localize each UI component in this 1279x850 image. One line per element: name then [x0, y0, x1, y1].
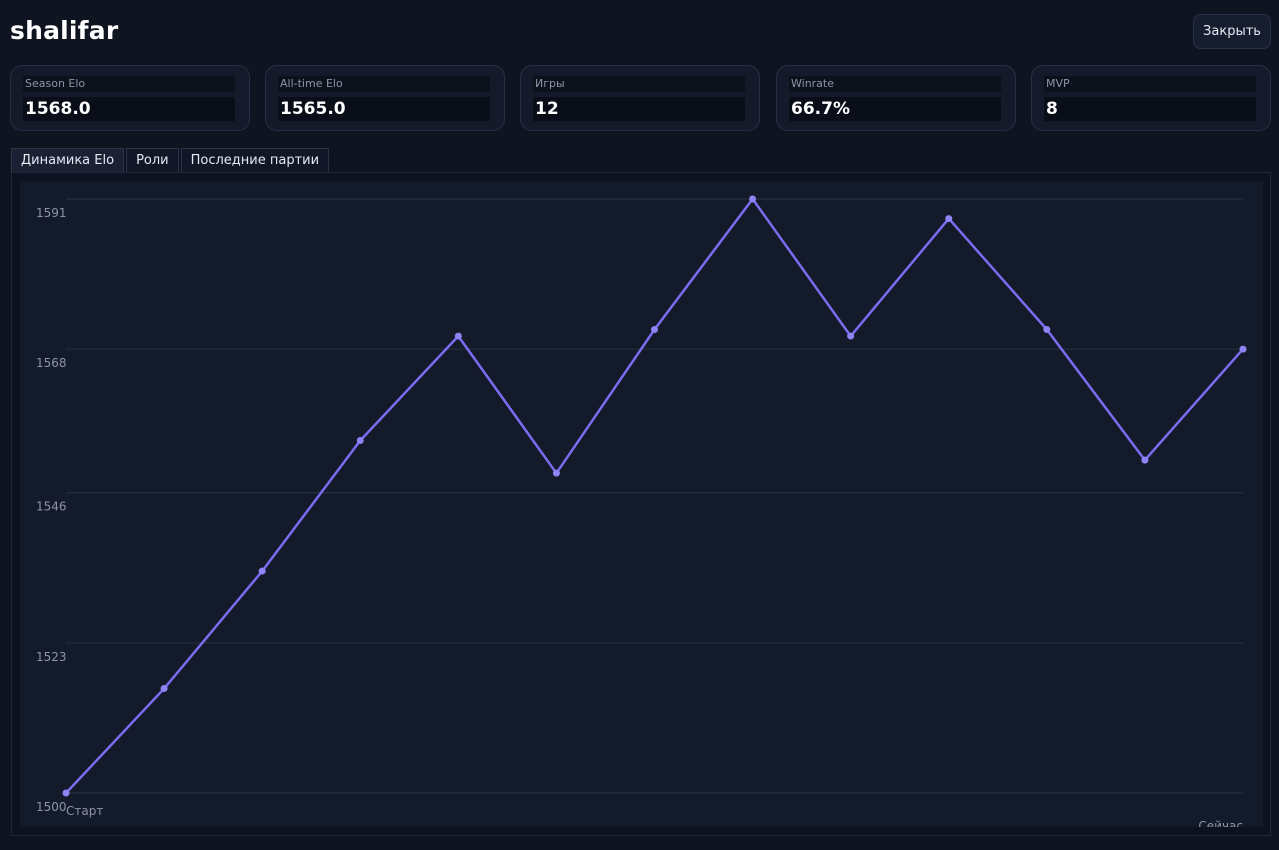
elo-data-point[interactable] [62, 789, 70, 797]
stat-label: MVP [1044, 76, 1256, 92]
ytick-layer: 1500 1523 1546 1568 1591 [36, 206, 67, 814]
elo-data-point[interactable] [1239, 345, 1247, 353]
elo-data-point[interactable] [945, 215, 953, 223]
elo-chart-svg: 1500 1523 1546 1568 1591 Старт Сейчас [36, 195, 1247, 827]
y-tick-label: 1546 [36, 500, 67, 514]
stat-label: All-time Elo [278, 76, 490, 92]
tab-bar: Динамика Elo Роли Последние партии [11, 148, 331, 173]
stat-card-mvp: MVP 8 [1031, 65, 1271, 131]
elo-data-point[interactable] [356, 437, 364, 445]
stat-card-season-elo: Season Elo 1568.0 [10, 65, 250, 131]
elo-series-line [65, 197, 1244, 794]
y-tick-label: 1523 [36, 650, 67, 664]
elo-data-point[interactable] [1043, 326, 1051, 334]
elo-data-point[interactable] [552, 469, 560, 477]
x-start-label: Старт [66, 804, 103, 818]
stat-card-alltime-elo: All-time Elo 1565.0 [265, 65, 505, 131]
y-tick-label: 1568 [36, 356, 67, 370]
stat-card-winrate: Winrate 66.7% [776, 65, 1016, 131]
elo-data-point[interactable] [847, 332, 855, 340]
elo-data-point[interactable] [160, 685, 168, 693]
point-layer [62, 195, 1247, 797]
tab-roles[interactable]: Роли [126, 148, 179, 172]
stat-value: 1568.0 [23, 97, 235, 121]
stat-label: Season Elo [23, 76, 235, 92]
stat-card-games: Игры 12 [520, 65, 760, 131]
player-name: shalifar [10, 16, 119, 45]
y-tick-label: 1500 [36, 800, 67, 814]
elo-chart: 1500 1523 1546 1568 1591 Старт Сейчас [20, 181, 1263, 827]
stat-value: 66.7% [789, 97, 1001, 121]
close-button[interactable]: Закрыть [1193, 14, 1271, 49]
elo-data-point[interactable] [749, 195, 757, 203]
elo-data-point[interactable] [258, 567, 266, 575]
x-end-label: Сейчас [1198, 819, 1243, 827]
y-tick-label: 1591 [36, 206, 67, 220]
elo-data-point[interactable] [651, 326, 658, 334]
elo-data-point[interactable] [454, 332, 462, 340]
tab-recent-matches[interactable]: Последние партии [180, 148, 330, 172]
stat-label: Игры [533, 76, 745, 92]
elo-data-point[interactable] [1141, 456, 1149, 464]
grid-layer [66, 198, 1243, 794]
stat-label: Winrate [789, 76, 1001, 92]
tab-elo-dynamics[interactable]: Динамика Elo [11, 148, 125, 173]
stat-value: 1565.0 [278, 97, 490, 121]
stat-value: 8 [1044, 97, 1256, 121]
stat-value: 12 [533, 97, 745, 121]
